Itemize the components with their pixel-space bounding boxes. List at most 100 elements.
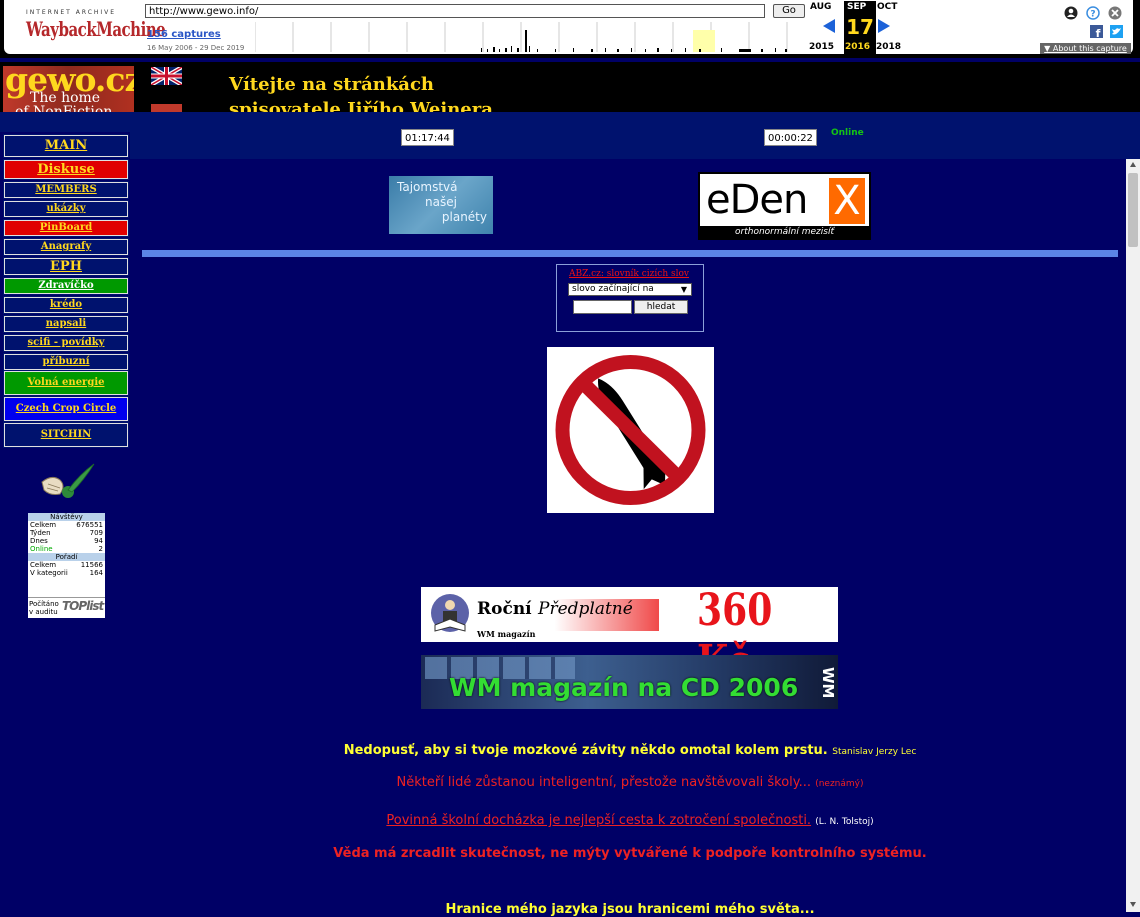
menu-item-volna-energie[interactable]: Volná energie: [3, 370, 129, 396]
menu-item-label: SITCHIN: [40, 429, 92, 440]
left-band: [0, 112, 130, 132]
menu-item-main[interactable]: MAIN: [3, 134, 129, 158]
stats-value: 709: [89, 529, 103, 537]
abz-search-button[interactable]: hledat: [634, 300, 688, 314]
guestbook-quill-icon[interactable]: [38, 462, 96, 502]
quote-text: Někteří lidé zůstanou inteligentní, přes…: [396, 775, 812, 790]
stats-row: Týden 709: [28, 529, 105, 537]
twitter-icon[interactable]: [1110, 25, 1123, 38]
quote-author: Stanislav Jerzy Lec: [832, 747, 917, 757]
toplist-logo: TOPlist: [62, 599, 104, 613]
internet-archive-label: INTERNET ARCHIVE: [26, 9, 117, 16]
stats-label: Dnes: [30, 537, 48, 545]
stats-value: 2: [98, 545, 103, 553]
divider-bar: [142, 250, 1118, 257]
scroll-down-icon[interactable]: [1129, 900, 1137, 908]
audit-label-line: v auditu: [29, 608, 58, 616]
stats-label: Celkem: [30, 561, 57, 569]
menu-item-sitchin[interactable]: SITCHIN: [3, 422, 129, 448]
abz-dictionary-widget: ABZ.cz: slovník cizích slov slovo začína…: [556, 264, 704, 332]
menu-item-anagrafy[interactable]: Anagrafy: [3, 238, 129, 256]
welcome-line-2: spisovatele Jiřího Weinera: [229, 99, 493, 112]
wm-cd-text: WM magazín na CD 2006: [449, 673, 799, 702]
current-month-label: SEP: [847, 2, 867, 12]
cz-flag-icon[interactable]: [151, 104, 182, 112]
menu-item-scifi[interactable]: scifi - povídky: [3, 334, 129, 352]
quote-text: Věda má zrcadlit skutečnost, ne mýty vyt…: [333, 846, 927, 861]
menu-item-napsali[interactable]: napsali: [3, 315, 129, 333]
abz-mode-select[interactable]: slovo začínající na ▼: [568, 283, 692, 296]
timer-band: [130, 112, 1140, 159]
menu-item-pribuzni[interactable]: příbuzní: [3, 353, 129, 371]
prev-year-label[interactable]: 2015: [809, 42, 834, 52]
quote-5: Hranice mého jazyka jsou hranicemi mého …: [130, 902, 1130, 917]
menu-item-crop-circle[interactable]: Czech Crop Circle: [3, 396, 129, 422]
stats-label: Týden: [30, 529, 51, 537]
menu-item-pinboard[interactable]: PinBoard: [3, 219, 129, 237]
wayback-url-input[interactable]: http://www.gewo.info/: [145, 4, 765, 18]
next-year-label[interactable]: 2018: [876, 42, 901, 52]
menu-item-zdravicko[interactable]: Zdravíčko: [3, 277, 129, 295]
abz-search-input[interactable]: [573, 300, 632, 314]
no-missile-sign-icon[interactable]: [547, 347, 714, 513]
capture-sparkline[interactable]: [255, 22, 803, 52]
visit-counter[interactable]: Návštěvy Celkem 676551 Týden 709 Dnes 94 On…: [28, 513, 105, 618]
scroll-up-icon[interactable]: [1129, 161, 1137, 169]
edenx-banner[interactable]: eDen X orthonormální mezisíť: [698, 172, 871, 240]
scrollbar-thumb[interactable]: [1128, 173, 1138, 247]
banner-line: planéty: [441, 210, 487, 224]
current-day: 17: [846, 15, 874, 39]
visits-header: Návštěvy: [28, 513, 105, 521]
subscription-banner[interactable]: Roční Předplatné WM magazín 360 Kč: [421, 585, 838, 687]
wayback-go-button[interactable]: Go: [773, 4, 805, 18]
current-year-label: 2016: [845, 42, 871, 52]
user-icon[interactable]: [1064, 6, 1078, 20]
quote-author: (neznámý): [815, 779, 864, 789]
uk-flag-icon[interactable]: [151, 67, 182, 85]
menu-item-members[interactable]: MEMBERS: [3, 181, 129, 199]
about-capture-button[interactable]: ▼ About this capture: [1040, 43, 1131, 54]
menu-item-ukazky[interactable]: ukázky: [3, 200, 129, 218]
quote-2: Někteří lidé zůstanou inteligentní, přes…: [130, 775, 1130, 790]
stats-label: Online: [30, 545, 53, 553]
stats-value: 94: [94, 537, 103, 545]
wayback-toolbar-panel: INTERNET ARCHIVE WaybackMachine http://w…: [4, 0, 1133, 55]
wm-cd-banner[interactable]: WM magazín na CD 2006 WM: [421, 655, 838, 709]
online-label: Online: [831, 128, 864, 138]
stats-row: Online 2: [28, 545, 105, 553]
reader-icon: [431, 594, 469, 632]
menu-item-diskuse[interactable]: Diskuse: [3, 159, 129, 180]
calendar-nav: AUG SEP OCT 17 2015 2016 2018: [809, 1, 904, 55]
next-month-label[interactable]: OCT: [877, 2, 897, 12]
site-logo[interactable]: gewo.cz The home of NonFiction: [3, 66, 134, 112]
menu-item-label: Volná energie: [27, 377, 105, 388]
quote-link[interactable]: Povinná školní docházka je nejlepší cest…: [386, 813, 811, 828]
quote-4: Věda má zrcadlit skutečnost, ne mýty vyt…: [130, 846, 1130, 861]
menu-item-label: Czech Crop Circle: [15, 403, 117, 414]
menu-item-kredo[interactable]: krédo: [3, 296, 129, 314]
stats-value: 676551: [76, 521, 103, 529]
wayback-logo[interactable]: WaybackMachine: [26, 18, 166, 41]
tajomstva-banner[interactable]: Tajomstvá našej planéty: [389, 176, 493, 234]
next-capture-arrow-icon[interactable]: [878, 19, 890, 33]
stats-row: Celkem 676551: [28, 521, 105, 529]
captures-link[interactable]: 156 captures: [147, 29, 221, 40]
menu-item-label: MEMBERS: [35, 184, 97, 195]
wm-side-logo: WM: [819, 667, 837, 699]
menu-item-eph[interactable]: EPH: [3, 257, 129, 276]
eden-x-mark: X: [829, 178, 865, 224]
quote-text: Nedopusť, aby si tvoje mozkové závity ně…: [343, 743, 828, 758]
wayback-toolbar: INTERNET ARCHIVE WaybackMachine http://w…: [0, 0, 1140, 58]
prev-month-label[interactable]: AUG: [810, 2, 831, 12]
page-scrollbar[interactable]: [1126, 159, 1140, 912]
close-icon[interactable]: [1108, 6, 1122, 20]
prev-capture-arrow-icon[interactable]: [823, 19, 835, 33]
time-clock-left: 01:17:44: [401, 129, 454, 146]
subscription-small: WM magazín: [477, 629, 536, 639]
facebook-icon[interactable]: f: [1090, 25, 1103, 38]
quote-author: (L. N. Tolstoj): [815, 817, 874, 827]
stats-row: V kategorii 164: [28, 569, 105, 577]
logo-subtitle-2: of NonFiction: [15, 104, 113, 112]
help-icon[interactable]: ?: [1086, 6, 1100, 20]
abz-title-link[interactable]: ABZ.cz: slovník cizích slov: [569, 269, 689, 279]
